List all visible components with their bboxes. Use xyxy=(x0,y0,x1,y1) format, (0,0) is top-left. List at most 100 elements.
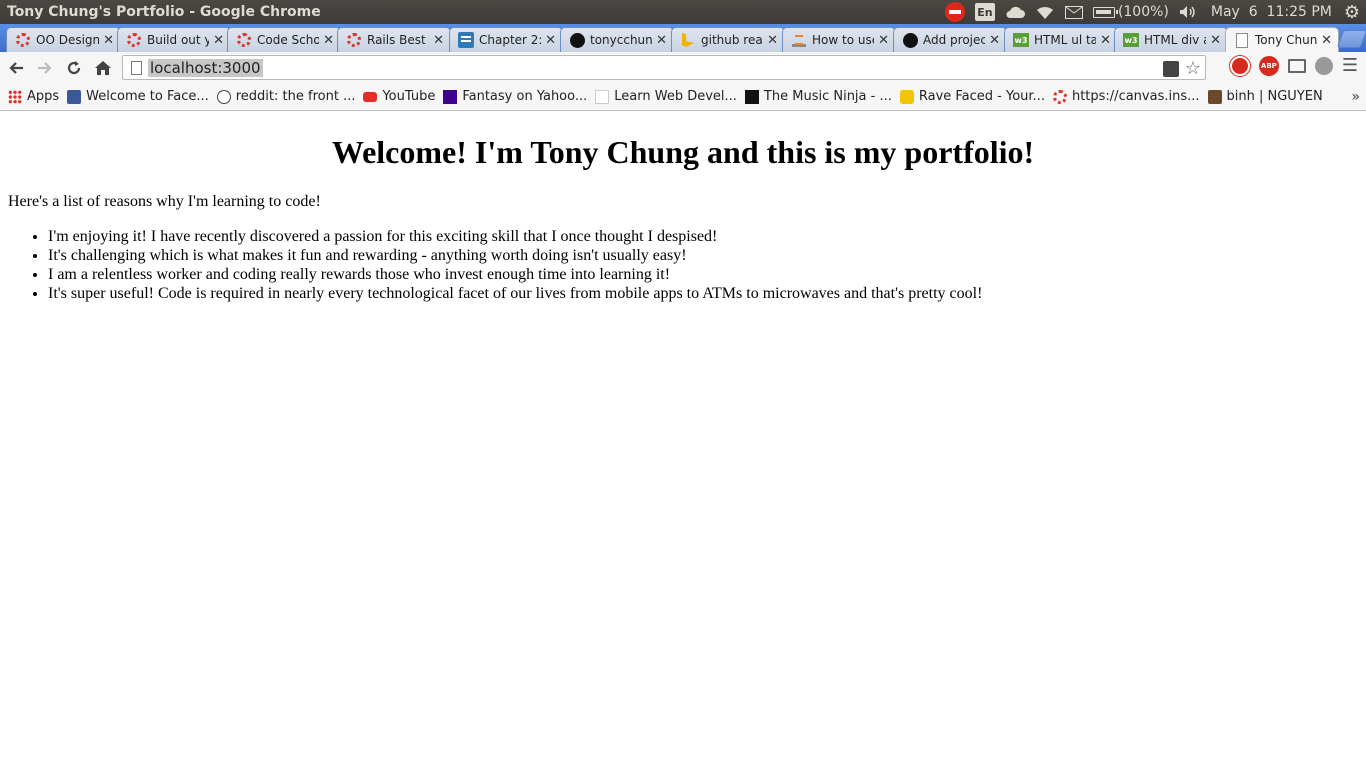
tab-html-div[interactable]: w3 HTML div a ✕ xyxy=(1114,27,1228,52)
bookmark-binh-nguyen[interactable]: binh | NGUYEN xyxy=(1207,89,1323,104)
ninja-icon xyxy=(744,89,759,104)
page-heading: Welcome! I'm Tony Chung and this is my p… xyxy=(331,134,1035,170)
tab-html-ul[interactable]: w3 HTML ul ta ✕ xyxy=(1004,27,1118,52)
bookmark-rave-faced[interactable]: Rave Faced - Your... xyxy=(899,89,1045,104)
cloud-icon xyxy=(1006,6,1025,18)
rave-face-icon xyxy=(899,89,914,104)
tab-tonycchung[interactable]: tonycchun ✕ xyxy=(560,27,674,52)
close-icon[interactable]: ✕ xyxy=(767,33,778,48)
url-text[interactable]: localhost:3000 xyxy=(148,58,263,77)
tab-how-to-use[interactable]: How to use ✕ xyxy=(782,27,896,52)
close-icon[interactable]: ✕ xyxy=(1100,33,1111,48)
bookmark-reddit[interactable]: reddit: the front ... xyxy=(216,89,355,104)
wifi-indicator[interactable] xyxy=(1035,4,1055,20)
bookmark-yahoo-fantasy[interactable]: Fantasy on Yahoo... xyxy=(443,89,587,104)
tab-chapter-2[interactable]: Chapter 2: ✕ xyxy=(449,27,563,52)
tutorial-icon xyxy=(595,89,610,104)
close-icon[interactable]: ✕ xyxy=(103,33,114,48)
stop-indicator[interactable] xyxy=(944,2,965,22)
close-icon[interactable]: ✕ xyxy=(545,33,556,48)
stop-sign-icon xyxy=(1229,55,1250,76)
github-icon xyxy=(569,32,585,48)
stop-extension-button[interactable] xyxy=(1229,55,1250,76)
mail-indicator[interactable] xyxy=(1064,5,1083,19)
close-icon[interactable]: ✕ xyxy=(656,33,667,48)
system-top-panel: Tony Chung's Portfolio - Google Chrome E… xyxy=(0,0,1366,24)
clock[interactable]: May 6 11:25 PM xyxy=(1211,4,1332,20)
tab-add-project[interactable]: Add projec ✕ xyxy=(893,27,1007,52)
w3schools-icon: w3 xyxy=(1013,33,1029,47)
home-button[interactable] xyxy=(90,55,116,81)
bookmark-youtube[interactable]: YouTube xyxy=(363,89,435,104)
battery-indicator[interactable]: (100%) xyxy=(1092,4,1169,20)
ghostery-button[interactable] xyxy=(1314,56,1333,75)
tab-oo-design[interactable]: OO Design ✕ xyxy=(6,27,121,52)
close-icon[interactable]: ✕ xyxy=(1321,33,1332,48)
back-button[interactable] xyxy=(3,55,29,81)
keyboard-layout-indicator[interactable]: En xyxy=(974,3,995,21)
chrome-menu-icon[interactable]: ☰ xyxy=(1342,55,1358,76)
canvas-icon xyxy=(1052,89,1067,104)
close-icon[interactable]: ✕ xyxy=(989,33,1000,48)
envelope-icon xyxy=(1064,5,1083,19)
session-gear-icon[interactable]: ⚙ xyxy=(1344,2,1360,23)
close-icon[interactable]: ✕ xyxy=(323,33,334,48)
stackoverflow-icon xyxy=(792,33,806,47)
facebook-icon xyxy=(67,89,82,104)
ring-icon xyxy=(237,33,251,47)
browser-toolbar: localhost:3000 ☆ ABP ☰ xyxy=(0,52,1366,83)
bing-icon xyxy=(682,33,694,47)
new-tab-button[interactable] xyxy=(1336,30,1366,48)
page-icon xyxy=(1236,32,1248,48)
address-bar[interactable]: localhost:3000 ☆ xyxy=(122,55,1206,80)
bookmarks-overflow-chevron-icon[interactable]: » xyxy=(1351,89,1360,105)
bookmark-learn-web-dev[interactable]: Learn Web Devel... xyxy=(595,89,737,104)
list-item: I am a relentless worker and coding real… xyxy=(48,265,1366,284)
tab-strip: OO Design ✕ Build out y ✕ Code Scho ✕ Ra… xyxy=(0,24,1366,52)
forward-button[interactable] xyxy=(32,55,58,81)
reload-button[interactable] xyxy=(61,55,87,81)
github-icon xyxy=(902,32,918,48)
adblock-button[interactable]: ABP xyxy=(1258,55,1279,76)
cast-icon xyxy=(1287,58,1306,73)
ring-icon xyxy=(127,33,141,47)
list-item: I'm enjoying it! I have recently discove… xyxy=(48,227,1366,246)
tab-rails-best[interactable]: Rails Best ✕ xyxy=(337,27,451,52)
no-entry-icon xyxy=(944,2,965,22)
window-title: Tony Chung's Portfolio - Google Chrome xyxy=(7,4,321,20)
close-icon[interactable]: ✕ xyxy=(433,33,444,48)
adblock-plus-icon: ABP xyxy=(1258,55,1279,76)
arrow-left-icon xyxy=(9,61,23,74)
close-icon[interactable]: ✕ xyxy=(213,33,224,48)
youtube-icon xyxy=(363,91,378,102)
system-indicators: En (100%) May 6 11:25 PM ⚙ xyxy=(935,0,1366,24)
page-content: Welcome! I'm Tony Chung and this is my p… xyxy=(0,112,1366,768)
extension-icon[interactable] xyxy=(1162,60,1179,77)
tab-tony-chung-active[interactable]: Tony Chun ✕ xyxy=(1225,27,1339,52)
battery-percent: (100%) xyxy=(1117,4,1169,20)
ring-icon xyxy=(347,33,361,47)
bookmark-star-icon[interactable]: ☆ xyxy=(1185,58,1201,79)
yahoo-icon xyxy=(443,89,458,104)
tab-github-readme[interactable]: github rea ✕ xyxy=(671,27,785,52)
close-icon[interactable]: ✕ xyxy=(878,33,889,48)
reload-icon xyxy=(67,60,81,74)
page-icon xyxy=(131,60,142,75)
bookmark-music-ninja[interactable]: The Music Ninja - ... xyxy=(744,89,892,104)
doc-icon xyxy=(458,32,474,48)
cloud-indicator[interactable] xyxy=(1005,5,1025,19)
bookmark-facebook[interactable]: Welcome to Face... xyxy=(67,89,209,104)
w3schools-icon: w3 xyxy=(1123,33,1139,47)
volume-indicator[interactable] xyxy=(1179,5,1197,19)
ring-icon xyxy=(16,33,30,47)
reddit-icon xyxy=(216,89,231,104)
speaker-icon xyxy=(1179,6,1195,18)
arrow-right-icon xyxy=(38,61,52,74)
bookmark-canvas[interactable]: https://canvas.ins... xyxy=(1052,89,1200,104)
cast-button[interactable] xyxy=(1287,58,1306,73)
tab-code-school[interactable]: Code Scho ✕ xyxy=(227,27,341,52)
bookmark-apps[interactable]: Apps xyxy=(8,89,59,104)
tab-build-out[interactable]: Build out y ✕ xyxy=(117,27,231,52)
close-icon[interactable]: ✕ xyxy=(1210,33,1221,48)
wifi-icon xyxy=(1036,6,1053,20)
